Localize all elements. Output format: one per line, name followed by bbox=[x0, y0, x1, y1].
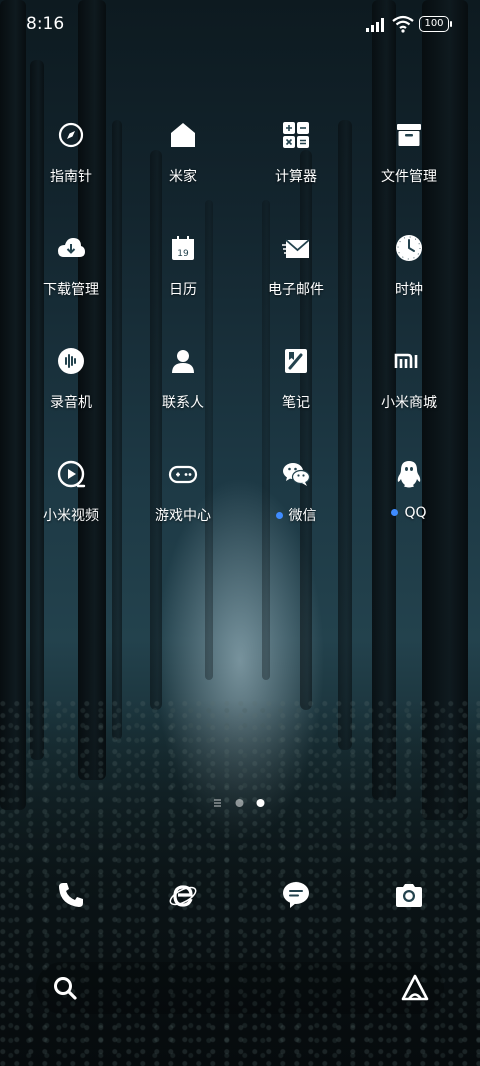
signal-icon bbox=[366, 18, 384, 32]
app-label: 米家 bbox=[169, 169, 197, 185]
app-label: 录音机 bbox=[50, 395, 92, 411]
app-mi-store[interactable]: 小米商城 bbox=[353, 346, 465, 412]
folder-icon bbox=[397, 124, 421, 146]
app-file-manager[interactable]: 文件管理 bbox=[353, 120, 465, 186]
app-mi-home[interactable]: 米家 bbox=[127, 120, 239, 186]
download-cloud-icon bbox=[58, 238, 85, 257]
app-label: 微信 bbox=[240, 505, 352, 525]
notes-icon bbox=[285, 349, 307, 373]
wechat-icon bbox=[283, 463, 311, 486]
app-label: 小米视频 bbox=[43, 508, 99, 524]
app-label: 小米商城 bbox=[381, 395, 437, 411]
browser-icon bbox=[169, 885, 197, 907]
dock-phone[interactable] bbox=[15, 880, 127, 910]
clock-icon bbox=[396, 235, 422, 261]
contacts-icon bbox=[172, 350, 194, 373]
calculator-icon bbox=[283, 122, 309, 148]
app-label: 游戏中心 bbox=[155, 508, 211, 524]
mi-logo-icon bbox=[394, 353, 418, 368]
home-icon bbox=[171, 123, 195, 147]
app-notes[interactable]: 笔记 bbox=[240, 346, 352, 412]
app-label: 计算器 bbox=[275, 169, 317, 185]
status-bar: 8:16 100 bbox=[0, 0, 480, 50]
app-calendar[interactable]: 19 日历 bbox=[127, 233, 239, 299]
app-contacts[interactable]: 联系人 bbox=[127, 346, 239, 412]
camera-icon bbox=[396, 884, 422, 907]
voice-assistant-icon[interactable] bbox=[400, 973, 430, 1003]
calendar-day: 19 bbox=[177, 249, 189, 259]
search-icon[interactable] bbox=[52, 975, 78, 1001]
gamepad-icon bbox=[168, 465, 198, 484]
app-label: 日历 bbox=[169, 282, 197, 298]
app-label: 文件管理 bbox=[381, 169, 437, 185]
app-label: 下载管理 bbox=[43, 282, 99, 298]
app-email[interactable]: 电子邮件 bbox=[240, 233, 352, 299]
compass-icon bbox=[58, 122, 84, 148]
dock-browser[interactable] bbox=[127, 880, 239, 910]
app-label: 指南针 bbox=[50, 169, 92, 185]
qq-penguin-icon bbox=[397, 461, 421, 488]
app-label: 联系人 bbox=[162, 395, 204, 411]
app-wechat[interactable]: 微信 bbox=[240, 459, 352, 525]
app-label: QQ bbox=[353, 505, 465, 521]
dock-messages[interactable] bbox=[240, 880, 352, 910]
status-time: 8:16 bbox=[26, 14, 65, 34]
phone-icon bbox=[59, 883, 83, 907]
page-indicator[interactable] bbox=[212, 797, 272, 809]
app-label: 笔记 bbox=[282, 395, 310, 411]
app-recorder[interactable]: 录音机 bbox=[15, 346, 127, 412]
app-label: 电子邮件 bbox=[268, 282, 324, 298]
video-play-icon bbox=[57, 460, 86, 488]
calendar-icon: 19 bbox=[172, 236, 194, 260]
app-calculator[interactable]: 计算器 bbox=[240, 120, 352, 186]
app-compass[interactable]: 指南针 bbox=[15, 120, 127, 186]
mail-icon bbox=[282, 239, 310, 258]
recorder-icon bbox=[58, 348, 84, 374]
messages-icon bbox=[283, 882, 309, 908]
app-game-center[interactable]: 游戏中心 bbox=[127, 459, 239, 525]
dock-camera[interactable] bbox=[353, 880, 465, 910]
battery-icon: 100 bbox=[419, 16, 452, 32]
app-qq[interactable]: QQ bbox=[353, 459, 465, 521]
app-label: 时钟 bbox=[395, 282, 423, 298]
app-mi-video[interactable]: 小米视频 bbox=[15, 459, 127, 525]
search-bar[interactable] bbox=[36, 962, 444, 1014]
wifi-icon bbox=[392, 15, 414, 33]
app-clock[interactable]: 时钟 bbox=[353, 233, 465, 299]
new-indicator-dot bbox=[391, 508, 399, 516]
new-indicator-dot bbox=[275, 511, 283, 519]
app-downloads[interactable]: 下载管理 bbox=[15, 233, 127, 299]
